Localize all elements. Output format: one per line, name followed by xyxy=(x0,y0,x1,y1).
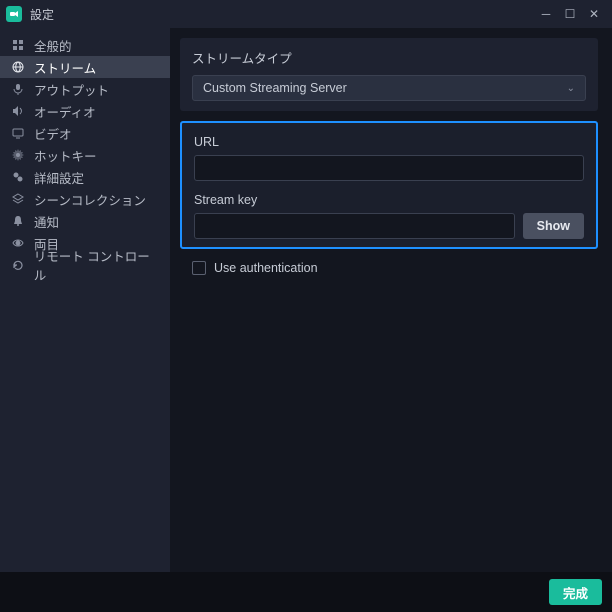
stream-type-select[interactable]: Custom Streaming Server ⌄ xyxy=(192,75,586,101)
sidebar-item-label: シーンコレクション xyxy=(34,190,146,209)
sidebar: 全般的 ストリーム アウトプット オーディオ ビデオ ホットキー xyxy=(0,28,170,572)
window-title: 設定 xyxy=(30,6,534,23)
sidebar-item-hotkeys[interactable]: ホットキー xyxy=(0,144,170,166)
eye-icon xyxy=(10,237,26,249)
footer: 完成 xyxy=(0,572,612,612)
grid-icon xyxy=(10,39,26,51)
url-input[interactable] xyxy=(194,155,584,181)
sidebar-item-label: 詳細設定 xyxy=(34,168,84,187)
sidebar-item-label: ホットキー xyxy=(34,146,97,165)
sidebar-item-stream[interactable]: ストリーム xyxy=(0,56,170,78)
sidebar-item-label: ストリーム xyxy=(34,58,96,77)
refresh-icon xyxy=(10,259,26,271)
show-button[interactable]: Show xyxy=(523,213,584,239)
use-auth-row: Use authentication xyxy=(180,255,598,279)
sidebar-item-audio[interactable]: オーディオ xyxy=(0,100,170,122)
app-icon xyxy=(6,6,22,22)
stream-type-label: ストリームタイプ xyxy=(192,48,586,67)
sidebar-item-video[interactable]: ビデオ xyxy=(0,122,170,144)
gears-icon xyxy=(10,171,26,183)
done-button[interactable]: 完成 xyxy=(549,579,602,605)
stream-type-value: Custom Streaming Server xyxy=(203,81,347,95)
gear-icon xyxy=(10,149,26,161)
sidebar-item-notifications[interactable]: 通知 xyxy=(0,210,170,232)
sidebar-item-advanced[interactable]: 詳細設定 xyxy=(0,166,170,188)
use-auth-checkbox[interactable] xyxy=(192,261,206,275)
sidebar-item-label: ビデオ xyxy=(34,124,72,143)
microphone-icon xyxy=(10,83,26,95)
sidebar-item-scene-collection[interactable]: シーンコレクション xyxy=(0,188,170,210)
stream-settings-panel: URL Stream key Show xyxy=(180,121,598,249)
sidebar-item-label: アウトプット xyxy=(34,80,109,99)
bell-icon xyxy=(10,215,26,227)
sidebar-item-output[interactable]: アウトプット xyxy=(0,78,170,100)
titlebar: 設定 ─ ☐ ✕ xyxy=(0,0,612,28)
sidebar-item-label: 全般的 xyxy=(34,36,72,55)
maximize-button[interactable]: ☐ xyxy=(558,7,582,21)
sidebar-item-label: オーディオ xyxy=(34,102,96,121)
sidebar-item-label: リモート コントロール xyxy=(34,246,160,284)
stream-key-input[interactable] xyxy=(194,213,515,239)
stream-type-panel: ストリームタイプ Custom Streaming Server ⌄ xyxy=(180,38,598,111)
sidebar-item-label: 通知 xyxy=(34,212,59,231)
sidebar-item-remote[interactable]: リモート コントロール xyxy=(0,254,170,276)
sidebar-item-general[interactable]: 全般的 xyxy=(0,34,170,56)
content-area: ストリームタイプ Custom Streaming Server ⌄ URL S… xyxy=(170,28,612,572)
stream-key-label: Stream key xyxy=(194,193,584,207)
speaker-icon xyxy=(10,105,26,117)
minimize-button[interactable]: ─ xyxy=(534,7,558,21)
close-button[interactable]: ✕ xyxy=(582,7,606,21)
globe-icon xyxy=(10,61,26,73)
layers-icon xyxy=(10,193,26,205)
chevron-down-icon: ⌄ xyxy=(567,83,575,94)
use-auth-label: Use authentication xyxy=(214,261,318,275)
monitor-icon xyxy=(10,127,26,139)
url-label: URL xyxy=(194,135,584,149)
